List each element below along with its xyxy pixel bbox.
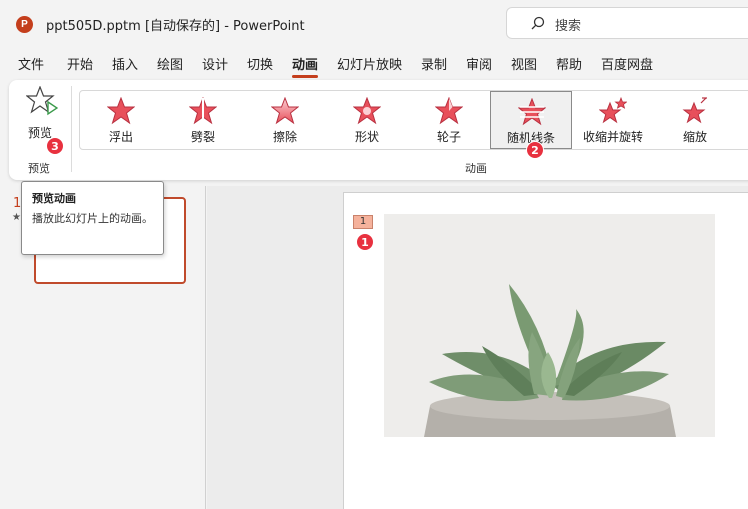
step-badge-3: 3 <box>46 137 64 155</box>
tab-view[interactable]: 视图 <box>511 54 537 73</box>
shrink-turn-star-icon <box>599 97 627 124</box>
split-star-icon <box>189 97 217 125</box>
tab-slideshow[interactable]: 幻灯片放映 <box>337 54 402 73</box>
animation-shape[interactable]: 形状 <box>326 91 408 149</box>
float-in-star-icon <box>107 97 135 125</box>
animation-label: 缩放 <box>682 130 707 144</box>
animation-label: 收缩并旋转 <box>582 130 643 144</box>
animations-ribbon: 预览 ⌄ 预览 浮出 劈裂 擦除 <box>9 80 748 180</box>
tooltip-title: 预览动画 <box>32 192 76 205</box>
document-title: ppt505D.pptm [自动保存的] - PowerPoint <box>46 19 305 34</box>
tab-transitions[interactable]: 切换 <box>247 54 273 73</box>
tab-insert[interactable]: 插入 <box>112 54 138 73</box>
wheel-star-icon <box>435 97 463 125</box>
animation-split[interactable]: 劈裂 <box>162 91 244 149</box>
slide-editing-area: 1 <box>207 186 748 509</box>
animation-wheel[interactable]: 轮子 <box>408 91 490 149</box>
tab-draw[interactable]: 绘图 <box>157 54 183 73</box>
tab-design[interactable]: 设计 <box>202 54 228 73</box>
tab-review[interactable]: 审阅 <box>466 54 492 73</box>
preview-star-icon <box>26 86 58 116</box>
tab-home[interactable]: 开始 <box>67 54 93 73</box>
search-placeholder: 搜索 <box>555 19 582 34</box>
animation-order-marker[interactable]: 1 <box>353 215 373 229</box>
animation-float-in[interactable]: 浮出 <box>80 91 162 149</box>
shape-star-icon <box>353 97 381 125</box>
animation-label: 轮子 <box>436 130 461 144</box>
search-input[interactable]: 搜索 <box>506 7 748 39</box>
step-badge-2: 2 <box>526 141 544 159</box>
tab-record[interactable]: 录制 <box>421 54 447 73</box>
powerpoint-logo-icon: P <box>16 16 33 33</box>
preview-tooltip: 预览动画 播放此幻灯片上的动画。 <box>21 181 164 255</box>
animation-label: 形状 <box>354 130 379 144</box>
tab-animations[interactable]: 动画 <box>292 54 319 78</box>
ribbon-divider <box>71 86 72 172</box>
animation-group-label: 动画 <box>465 162 487 175</box>
tab-file[interactable]: 文件 <box>18 54 44 73</box>
animation-random-bars[interactable]: 随机线条 <box>490 91 572 149</box>
succulent-photo[interactable] <box>384 214 715 437</box>
animation-wipe[interactable]: 擦除 <box>244 91 326 149</box>
animation-label: 劈裂 <box>190 130 215 144</box>
animation-shrink-turn[interactable]: 收缩并旋转 <box>572 91 654 149</box>
wipe-star-icon <box>271 97 299 125</box>
succulent-image <box>384 214 715 437</box>
tab-help[interactable]: 帮助 <box>556 54 582 73</box>
tab-baidu-netdisk[interactable]: 百度网盘 <box>601 54 653 73</box>
animation-label: 擦除 <box>272 130 297 144</box>
animation-zoom[interactable]: 缩放 <box>654 91 736 149</box>
random-bars-star-icon <box>518 98 546 126</box>
ribbon-tabs: 文件 开始 插入 绘图 设计 切换 动画 幻灯片放映 录制 审阅 视图 帮助 百… <box>0 50 748 78</box>
search-icon <box>531 16 545 30</box>
slide[interactable]: 1 <box>343 192 748 509</box>
tooltip-description: 播放此幻灯片上的动画。 <box>32 212 153 225</box>
animation-star-icon: ★ <box>12 212 21 223</box>
step-badge-1: 1 <box>356 233 374 251</box>
animation-gallery: 浮出 劈裂 擦除 形状 轮子 随机线条 收缩并旋转 缩放 <box>79 90 748 150</box>
title-bar: P ppt505D.pptm [自动保存的] - PowerPoint 搜索 <box>0 0 748 46</box>
preview-group-label: 预览 <box>28 162 50 175</box>
animation-label: 浮出 <box>108 130 133 144</box>
zoom-star-icon <box>682 97 707 124</box>
